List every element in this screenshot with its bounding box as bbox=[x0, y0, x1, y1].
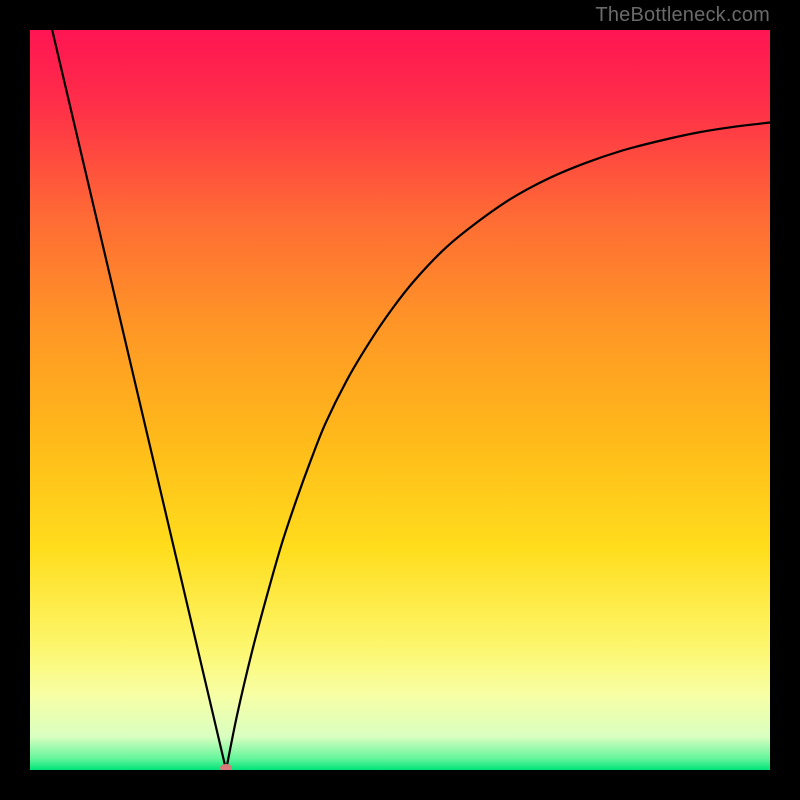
minimum-marker bbox=[220, 764, 232, 770]
bottleneck-curve bbox=[30, 30, 770, 770]
chart-frame: TheBottleneck.com bbox=[0, 0, 800, 800]
watermark-text: TheBottleneck.com bbox=[595, 4, 770, 27]
plot-area bbox=[30, 30, 770, 770]
